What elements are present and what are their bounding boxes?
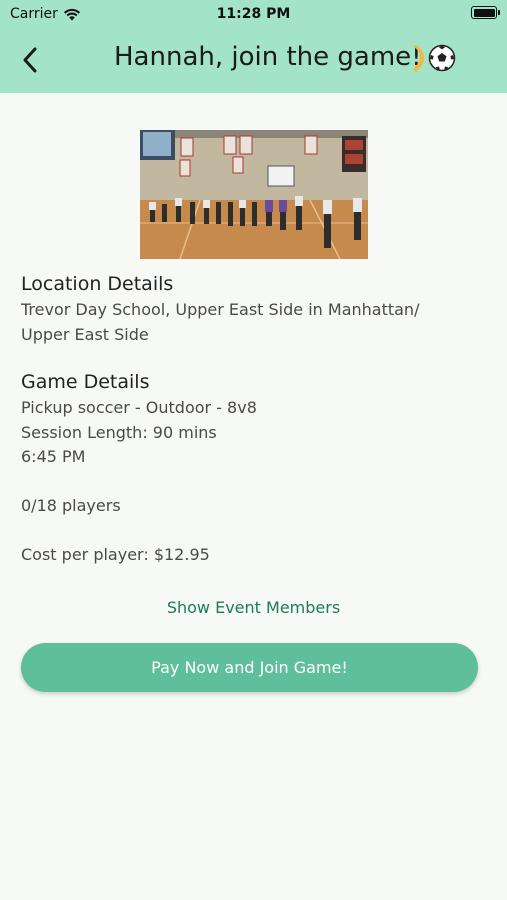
location-line-2: Upper East Side xyxy=(21,325,149,344)
location-line-1: Trevor Day School, Upper East Side in Ma… xyxy=(21,300,420,319)
battery-icon xyxy=(471,6,500,19)
cost-per-player: Cost per player: $12.95 xyxy=(21,545,210,564)
game-heading: Game Details xyxy=(21,371,150,393)
page-title: Hannah, join the game! xyxy=(114,42,422,72)
leg-icon xyxy=(413,45,424,72)
pay-and-join-label: Pay Now and Join Game! xyxy=(151,658,348,677)
header-bar: Carrier 11:28 PM Hannah, join the game! xyxy=(0,0,507,93)
clock: 11:28 PM xyxy=(216,6,291,22)
back-button[interactable] xyxy=(10,40,50,80)
status-bar: Carrier 11:28 PM xyxy=(0,0,507,28)
player-count: 0/18 players xyxy=(21,496,121,515)
title-emoji-group xyxy=(410,44,456,74)
chevron-left-icon xyxy=(23,47,37,73)
soccer-ball-icon xyxy=(428,44,456,72)
game-type: Pickup soccer - Outdoor - 8v8 xyxy=(21,398,257,417)
show-event-members-link[interactable]: Show Event Members xyxy=(0,598,507,617)
event-photo xyxy=(140,130,368,259)
game-time: 6:45 PM xyxy=(21,447,86,466)
pay-and-join-button[interactable]: Pay Now and Join Game! xyxy=(21,643,478,692)
location-heading: Location Details xyxy=(21,273,174,295)
session-length: Session Length: 90 mins xyxy=(21,423,217,442)
